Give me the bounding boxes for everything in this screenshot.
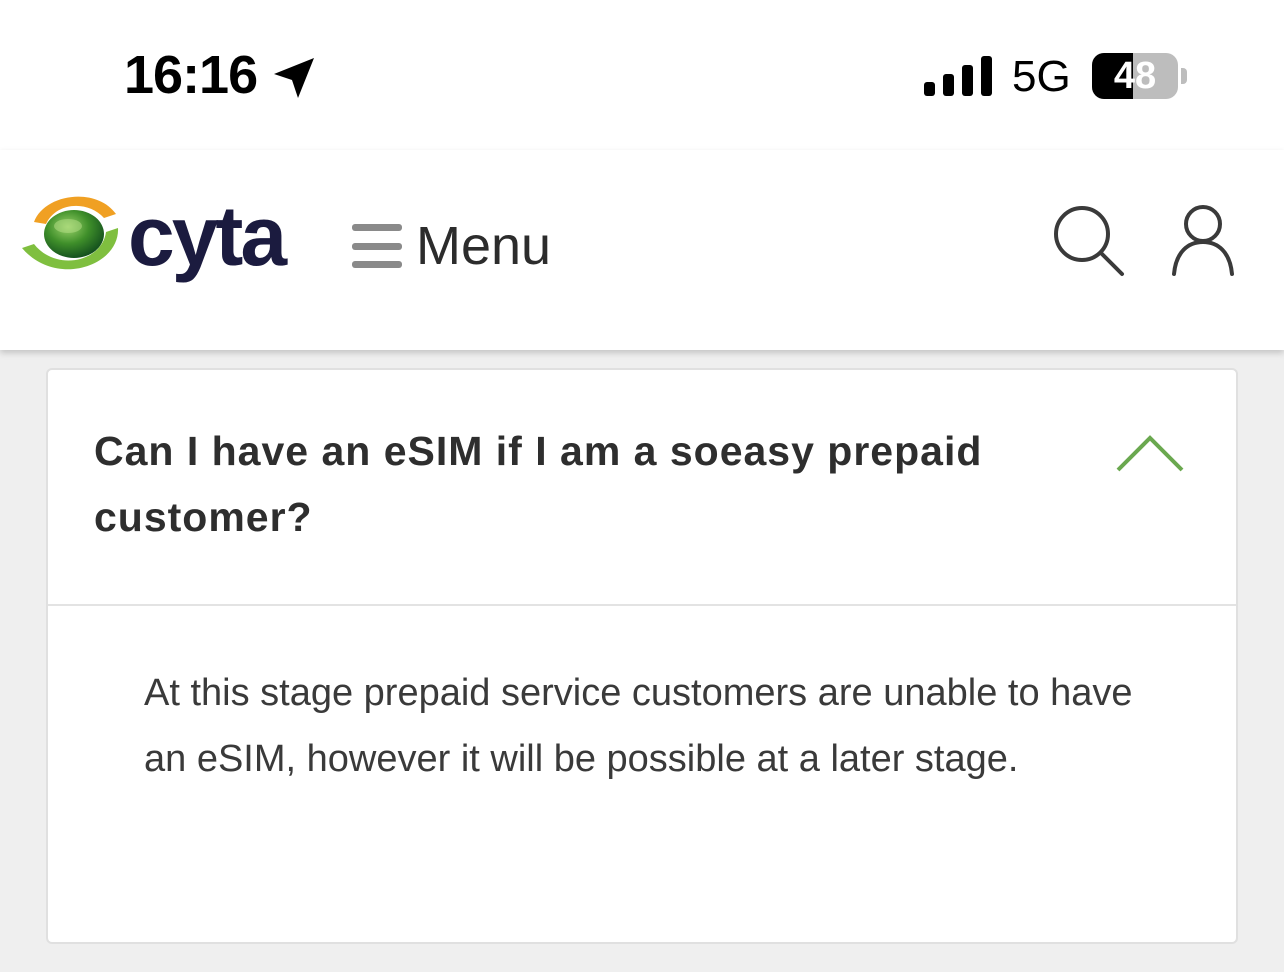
network-type-label: 5G	[1012, 52, 1071, 101]
faq-answer: At this stage prepaid service customers …	[144, 672, 1133, 780]
faq-question: Can I have an eSIM if I am a soeasy prep…	[94, 428, 983, 540]
faq-question-toggle[interactable]: Can I have an eSIM if I am a soeasy prep…	[48, 370, 1236, 606]
faq-divider	[48, 604, 1236, 606]
status-time: 16:16	[124, 45, 258, 105]
chevron-up-icon[interactable]	[1114, 432, 1186, 476]
battery-cap	[1181, 68, 1187, 84]
location-arrow-icon	[274, 58, 314, 98]
menu-button[interactable]: Menu	[352, 210, 551, 282]
cyta-logo[interactable]: cyta	[16, 188, 306, 292]
cyta-logo-text: cyta	[128, 189, 287, 283]
site-header: cyta Menu	[0, 150, 1284, 350]
cyta-logo-mark-icon	[22, 196, 119, 270]
battery-percentage: 48	[1113, 55, 1157, 97]
user-icon[interactable]	[1168, 202, 1238, 278]
faq-accordion-item: Can I have an eSIM if I am a soeasy prep…	[46, 368, 1238, 944]
hamburger-icon	[352, 224, 402, 268]
menu-label: Menu	[416, 216, 552, 276]
status-bar: 16:16 5G 48	[0, 0, 1284, 150]
cellular-signal-icon	[924, 56, 992, 96]
search-icon[interactable]	[1050, 202, 1126, 278]
battery-indicator: 48	[1092, 53, 1178, 99]
